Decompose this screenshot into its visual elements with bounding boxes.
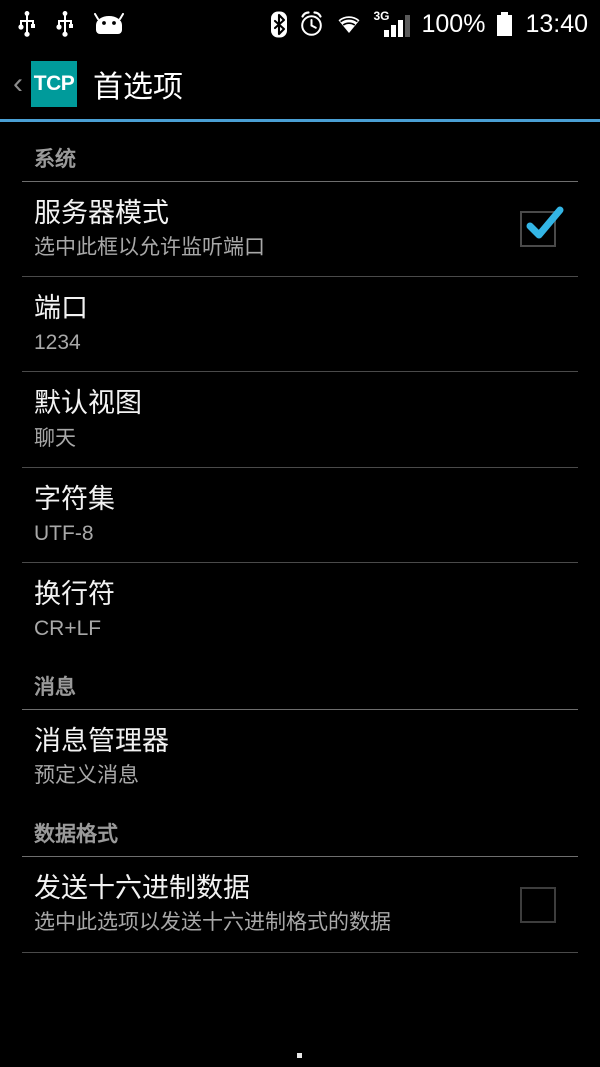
status-bar: 3G 100% 13:40 [0,0,600,48]
preference-summary: 选中此选项以发送十六进制格式的数据 [34,910,498,935]
android-robot-icon [94,13,124,35]
partial-row-indicator [297,1053,302,1058]
section-header-label: 消息 [34,676,76,699]
action-bar: ‹ TCP 首选项 [0,48,600,119]
preference-texts: 服务器模式 选中此框以允许监听端口 [34,198,498,260]
preference-summary: CR+LF [34,616,578,641]
battery-percent-label: 100% [421,12,485,37]
checkmark-icon [523,205,565,247]
android-preferences-screen: 3G 100% 13:40 ‹ TCP 首选项 系统 [0,0,600,1067]
cellular-signal-icon: 3G [374,11,410,37]
preference-row-line-break[interactable]: 换行符 CR+LF [0,563,600,657]
preference-title: 服务器模式 [34,198,498,229]
bluetooth-icon [270,11,288,38]
preference-row-port[interactable]: 端口 1234 [0,277,600,371]
section-header: 系统 [0,129,600,181]
action-bar-spacer [0,122,600,129]
app-icon[interactable]: TCP [31,61,77,107]
preference-texts: 默认视图 聊天 [34,388,578,450]
preference-title: 端口 [34,293,578,324]
preference-summary: 选中此框以允许监听端口 [34,235,498,260]
section-header-label: 系统 [34,148,76,171]
preference-row-send-hex-data[interactable]: 发送十六进制数据 选中此选项以发送十六进制格式的数据 [0,857,600,951]
back-button[interactable]: ‹ [6,64,30,104]
preference-title: 消息管理器 [34,726,578,757]
status-bar-right-icons: 3G 100% 13:40 [270,11,588,38]
checkbox-checked[interactable] [520,211,556,247]
preference-row-charset[interactable]: 字符集 UTF-8 [0,468,600,562]
preference-row-message-manager[interactable]: 消息管理器 预定义消息 [0,710,600,804]
preference-summary: 预定义消息 [34,763,578,788]
preference-texts: 换行符 CR+LF [34,579,578,641]
preference-texts: 发送十六进制数据 选中此选项以发送十六进制格式的数据 [34,873,498,935]
status-bar-left-icons [18,11,124,37]
usb-icon [18,11,36,37]
preference-row-default-view[interactable]: 默认视图 聊天 [0,372,600,466]
divider [22,952,578,953]
preference-summary: UTF-8 [34,521,578,546]
section-header-label: 数据格式 [34,823,118,846]
preference-row-server-mode[interactable]: 服务器模式 选中此框以允许监听端口 [0,182,600,276]
preference-summary: 聊天 [34,426,578,451]
preference-title: 发送十六进制数据 [34,873,498,904]
page-title: 首选项 [93,62,183,106]
clock-label: 13:40 [525,12,588,37]
preference-list[interactable]: 系统 服务器模式 选中此框以允许监听端口 端口 1234 [0,129,600,953]
preference-texts: 字符集 UTF-8 [34,484,578,546]
preference-texts: 端口 1234 [34,293,578,355]
section-header: 消息 [0,657,600,709]
checkbox-unchecked[interactable] [520,887,556,923]
preference-texts: 消息管理器 预定义消息 [34,726,578,788]
network-type-label: 3G [373,9,389,23]
app-icon-label: TCP [34,72,75,96]
wifi-icon [335,13,363,35]
preference-title: 换行符 [34,579,578,610]
preference-widget[interactable] [498,887,578,923]
preference-summary: 1234 [34,330,578,355]
section-header: 数据格式 [0,804,600,856]
preference-title: 字符集 [34,484,578,515]
preference-title: 默认视图 [34,388,578,419]
preference-widget[interactable] [498,211,578,247]
usb-icon [56,11,74,37]
battery-icon [497,12,512,36]
alarm-icon [299,11,324,37]
